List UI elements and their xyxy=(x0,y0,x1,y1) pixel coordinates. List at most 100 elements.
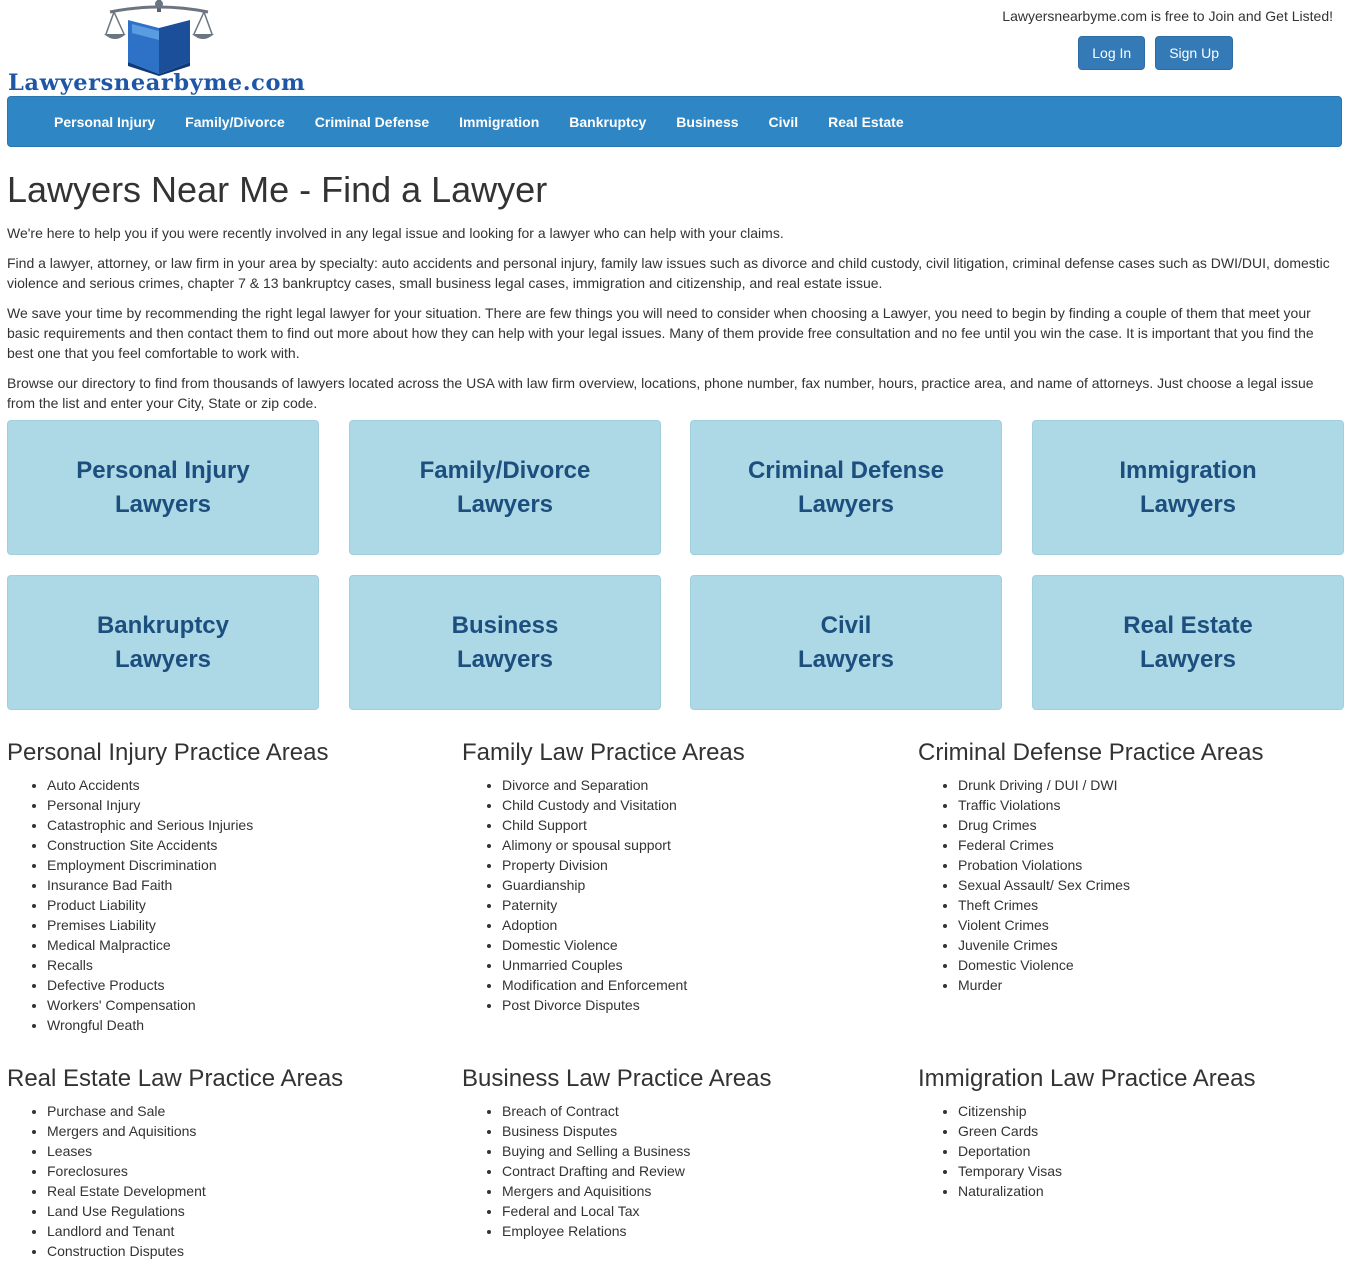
section-heading: Immigration Law Practice Areas xyxy=(918,1065,1256,1092)
page-title: Lawyers Near Me - Find a Lawyer xyxy=(7,169,548,210)
tile-subtitle: Lawyers xyxy=(1139,490,1237,518)
list-item: Naturalization xyxy=(958,1181,1346,1201)
list-item: Federal and Local Tax xyxy=(502,1201,902,1221)
specialty-paragraph: Find a lawyer, attorney, or law firm in … xyxy=(7,255,1330,291)
header: Lawyersnearbyme.com Lawyersnearbyme.com … xyxy=(0,0,1346,96)
browse-paragraph: Browse our directory to find from thousa… xyxy=(7,375,1314,411)
intro-paragraph: We're here to help you if you were recen… xyxy=(7,225,784,241)
list-item: Premises Liability xyxy=(47,915,447,935)
tile-personal-injury[interactable]: Personal Injury Lawyers xyxy=(7,420,319,555)
nav-item-immigration[interactable]: Immigration xyxy=(444,97,554,147)
list-item: Child Custody and Visitation xyxy=(502,795,902,815)
list-item: Mergers and Aquisitions xyxy=(502,1181,902,1201)
list-item: Divorce and Separation xyxy=(502,775,902,795)
list-item: Purchase and Sale xyxy=(47,1101,447,1121)
list-item: Defective Products xyxy=(47,975,447,995)
tile-bankruptcy[interactable]: Bankruptcy Lawyers xyxy=(7,575,319,710)
list-item: Theft Crimes xyxy=(958,895,1346,915)
list-item: Juvenile Crimes xyxy=(958,935,1346,955)
scales-book-icon xyxy=(104,0,214,76)
auth-buttons: Log In Sign Up xyxy=(1078,36,1233,70)
list-item: Insurance Bad Faith xyxy=(47,875,447,895)
list-item: Child Support xyxy=(502,815,902,835)
nav-item-family-divorce[interactable]: Family/Divorce xyxy=(170,97,300,147)
list-item: Recalls xyxy=(47,955,447,975)
site-logo[interactable]: Lawyersnearbyme.com xyxy=(8,0,318,96)
nav-item-real-estate[interactable]: Real Estate xyxy=(813,97,918,147)
tagline: Lawyersnearbyme.com is free to Join and … xyxy=(1002,8,1333,24)
list-item: Auto Accidents xyxy=(47,775,447,795)
list-item: Unmarried Couples xyxy=(502,955,902,975)
list-item: Paternity xyxy=(502,895,902,915)
tile-title: Family/Divorce xyxy=(419,456,591,484)
list-item: Construction Site Accidents xyxy=(47,835,447,855)
section-heading: Real Estate Law Practice Areas xyxy=(7,1065,344,1092)
signup-button[interactable]: Sign Up xyxy=(1155,36,1233,70)
list-item: Land Use Regulations xyxy=(47,1201,447,1221)
list-item: Deportation xyxy=(958,1141,1346,1161)
tile-title: Personal Injury xyxy=(76,456,250,484)
list-item: Real Estate Development xyxy=(47,1181,447,1201)
list-item: Medical Malpractice xyxy=(47,935,447,955)
login-button[interactable]: Log In xyxy=(1078,36,1146,70)
list-item: Domestic Violence xyxy=(502,935,902,955)
list-item: Alimony or spousal support xyxy=(502,835,902,855)
nav-item-bankruptcy[interactable]: Bankruptcy xyxy=(554,97,661,147)
nav-item-civil[interactable]: Civil xyxy=(754,97,814,147)
list-item: Buying and Selling a Business xyxy=(502,1141,902,1161)
tile-subtitle: Lawyers xyxy=(456,490,554,518)
list-item: Workers' Compensation xyxy=(47,995,447,1015)
practice-list: Auto AccidentsPersonal InjuryCatastrophi… xyxy=(7,775,447,1035)
list-item: Personal Injury xyxy=(47,795,447,815)
list-item: Modification and Enforcement xyxy=(502,975,902,995)
logo-text[interactable]: Lawyersnearbyme.com xyxy=(8,70,305,96)
list-item: Domestic Violence xyxy=(958,955,1346,975)
main-navbar: Personal Injury Family/Divorce Criminal … xyxy=(7,96,1342,147)
tile-criminal-defense[interactable]: Criminal Defense Lawyers xyxy=(690,420,1002,555)
list-item: Post Divorce Disputes xyxy=(502,995,902,1015)
list-item: Contract Drafting and Review xyxy=(502,1161,902,1181)
list-item: Drug Crimes xyxy=(958,815,1346,835)
list-item: Property Division xyxy=(502,855,902,875)
list-item: Sexual Assault/ Sex Crimes xyxy=(958,875,1346,895)
tile-subtitle: Lawyers xyxy=(797,490,895,518)
list-item: Construction Disputes xyxy=(47,1241,447,1261)
list-item: Drunk Driving / DUI / DWI xyxy=(958,775,1346,795)
practice-area-real-estate: Real Estate Law Practice Areas Purchase … xyxy=(7,1065,447,1261)
tile-title: Business xyxy=(451,611,559,639)
section-heading: Criminal Defense Practice Areas xyxy=(918,739,1264,766)
list-item: Product Liability xyxy=(47,895,447,915)
tile-subtitle: Lawyers xyxy=(114,645,212,673)
tile-title: Real Estate xyxy=(1123,611,1253,639)
practice-area-business: Business Law Practice Areas Breach of Co… xyxy=(462,1065,902,1241)
nav-item-criminal-defense[interactable]: Criminal Defense xyxy=(300,97,444,147)
tile-subtitle: Lawyers xyxy=(114,490,212,518)
practice-area-criminal-defense: Criminal Defense Practice Areas Drunk Dr… xyxy=(918,739,1346,995)
list-item: Green Cards xyxy=(958,1121,1346,1141)
list-item: Mergers and Aquisitions xyxy=(47,1121,447,1141)
tile-subtitle: Lawyers xyxy=(797,645,895,673)
nav-item-business[interactable]: Business xyxy=(661,97,753,147)
list-item: Catastrophic and Serious Injuries xyxy=(47,815,447,835)
list-item: Leases xyxy=(47,1141,447,1161)
main-content: Lawyers Near Me - Find a Lawyer We're he… xyxy=(7,170,1342,423)
tile-real-estate[interactable]: Real Estate Lawyers xyxy=(1032,575,1344,710)
tile-title: Criminal Defense xyxy=(747,456,945,484)
list-item: Landlord and Tenant xyxy=(47,1221,447,1241)
practice-area-immigration: Immigration Law Practice Areas Citizensh… xyxy=(918,1065,1346,1201)
practice-list: Breach of ContractBusiness DisputesBuyin… xyxy=(462,1101,902,1241)
tile-title: Civil xyxy=(820,611,872,639)
list-item: Citizenship xyxy=(958,1101,1346,1121)
list-item: Probation Violations xyxy=(958,855,1346,875)
tile-business[interactable]: Business Lawyers xyxy=(349,575,661,710)
list-item: Temporary Visas xyxy=(958,1161,1346,1181)
list-item: Guardianship xyxy=(502,875,902,895)
advice-paragraph: We save your time by recommending the ri… xyxy=(7,305,1314,361)
nav-item-personal-injury[interactable]: Personal Injury xyxy=(39,97,170,147)
list-item: Federal Crimes xyxy=(958,835,1346,855)
section-heading: Business Law Practice Areas xyxy=(462,1065,772,1092)
tile-family-divorce[interactable]: Family/Divorce Lawyers xyxy=(349,420,661,555)
list-item: Business Disputes xyxy=(502,1121,902,1141)
tile-immigration[interactable]: Immigration Lawyers xyxy=(1032,420,1344,555)
tile-civil[interactable]: Civil Lawyers xyxy=(690,575,1002,710)
